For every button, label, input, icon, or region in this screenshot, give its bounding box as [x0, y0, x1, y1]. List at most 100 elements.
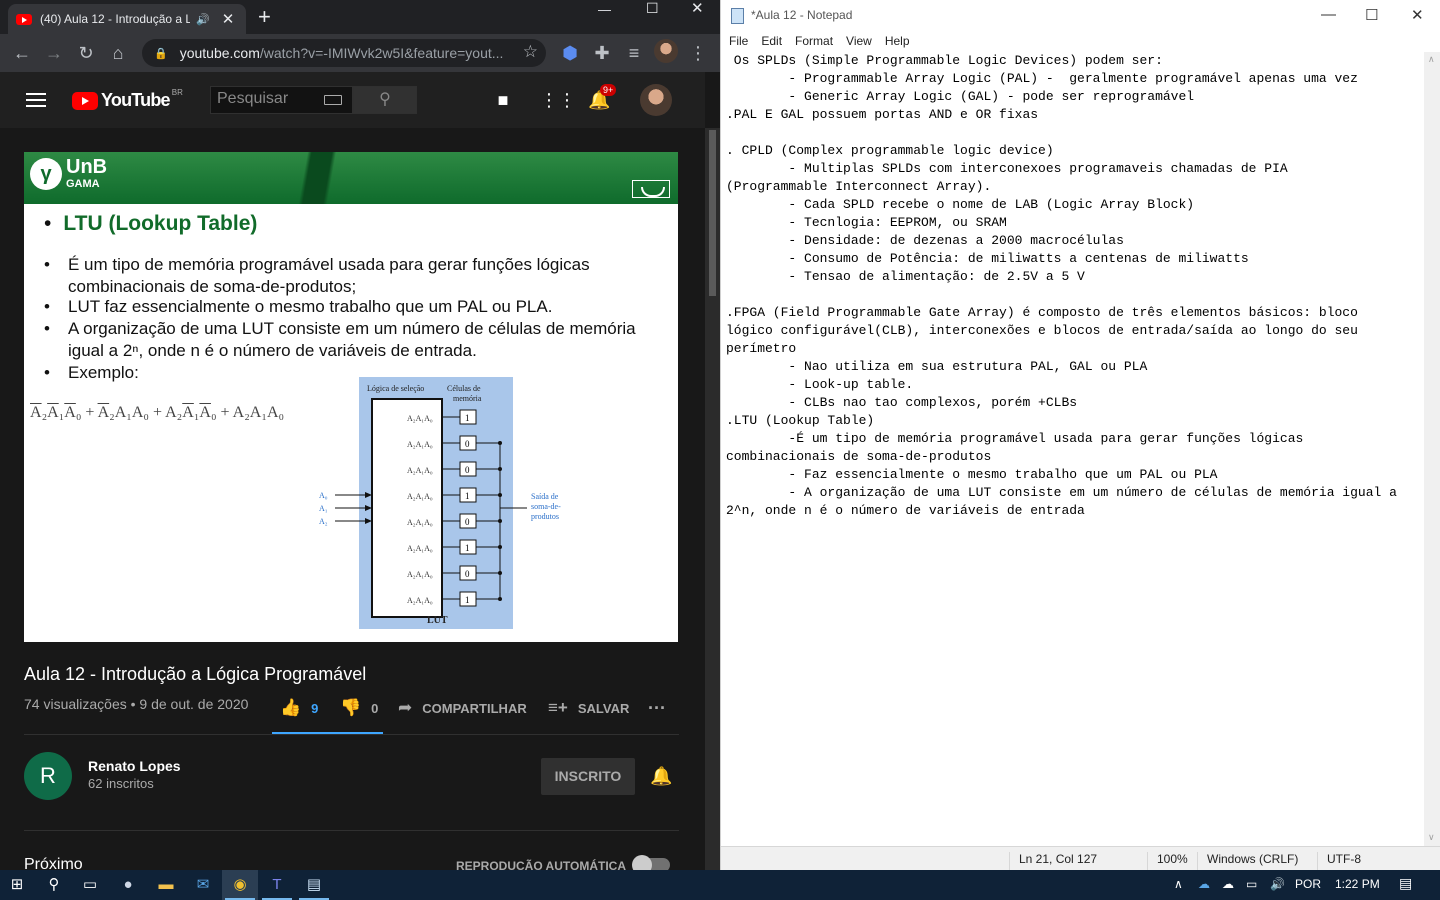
clock[interactable]: 1:22 PM [1335, 877, 1380, 891]
volume-icon[interactable]: 🔊 [1270, 877, 1285, 891]
channel-bell-icon[interactable]: 🔔 [650, 766, 672, 787]
minimize-icon[interactable]: — [598, 2, 611, 17]
more-actions-icon[interactable]: ··· [648, 698, 666, 719]
youtube-wordmark: YouTube [101, 90, 171, 110]
keyboard-icon[interactable] [324, 95, 342, 105]
notepad-text-area[interactable]: Os SPLDs (Simple Programmable Logic Devi… [721, 52, 1424, 846]
extension-shield-icon[interactable]: ⬢ [558, 41, 582, 65]
chrome-menu-icon[interactable]: ⋮ [686, 41, 710, 65]
hamburger-menu-icon[interactable] [26, 93, 46, 107]
lut-label: LUT [427, 615, 448, 626]
menu-edit[interactable]: Edit [761, 32, 782, 52]
memory-cell-value: 1 [465, 491, 470, 501]
menu-view[interactable]: View [846, 32, 872, 52]
memory-cell-value: 1 [465, 595, 470, 605]
slide-bullet-text: É um tipo de memória programável usada p… [68, 255, 590, 296]
mail-icon[interactable]: ✉ [192, 874, 214, 896]
profile-avatar[interactable] [654, 39, 678, 63]
lock-icon[interactable]: 🔒 [154, 47, 168, 60]
video-meta: 74 visualizações • 9 de out. de 2020 [24, 696, 249, 712]
text-line: combinacionais de soma-de-produtos [726, 449, 992, 464]
like-count: 9 [311, 700, 319, 716]
page-scroll-thumb[interactable] [709, 130, 716, 296]
divider [24, 734, 679, 735]
forward-icon[interactable]: → [42, 41, 66, 65]
share-label: COMPARTILHAR [422, 700, 527, 716]
chrome-taskbar-icon[interactable]: ◉ [229, 874, 251, 896]
text-line: . CPLD (Complex programmable logic devic… [726, 143, 1054, 158]
home-icon[interactable]: ⌂ [106, 41, 130, 65]
tray-chevron-icon[interactable]: ∧ [1174, 877, 1183, 891]
search-input[interactable]: Pesquisar [210, 86, 353, 114]
network-icon[interactable]: ▭ [1246, 877, 1257, 891]
text-line: Os SPLDs (Simple Programmable Logic Devi… [726, 53, 1163, 68]
url-path: /watch?v=-IMIWvk2w5I&feature=yout... [259, 45, 504, 61]
lut-minterm: A₂A₁A₀ [407, 518, 433, 527]
close-tab-icon[interactable]: ✕ [222, 10, 235, 28]
back-icon[interactable]: ← [10, 41, 34, 65]
lut-input-label: A₂ [319, 517, 328, 526]
slide-bullet: • LUT faz essencialmente o mesmo trabalho… [44, 296, 664, 318]
app-icon[interactable]: ● [117, 874, 139, 896]
close-window-icon[interactable]: ✕ [1411, 6, 1424, 24]
menu-file[interactable]: File [729, 32, 748, 52]
create-video-icon[interactable]: ■ [492, 90, 514, 111]
notepad-window: *Aula 12 - Notepad — ☐ ✕ File Edit Forma… [720, 0, 1440, 872]
lut-minterm: A₂A₁A₀ [407, 492, 433, 501]
new-tab-icon[interactable]: + [258, 6, 271, 28]
reload-icon[interactable]: ↻ [74, 41, 98, 65]
like-button[interactable]: 👍 9 [280, 698, 318, 718]
share-button[interactable]: ➦ COMPARTILHAR [398, 698, 527, 718]
lut-diagram: Lógica de seleção Células de memória A₂A… [319, 377, 561, 629]
dislike-button[interactable]: 👎 0 [340, 698, 378, 718]
search-button[interactable]: ⚲ [353, 86, 417, 114]
action-center-icon[interactable]: ▤ [1399, 875, 1412, 892]
notepad-scrollbar[interactable]: ∧ ∨ [1424, 52, 1440, 846]
lut-input-label: A₁ [319, 504, 328, 513]
maximize-icon[interactable]: ☐ [1365, 6, 1378, 24]
channel-avatar[interactable]: R [24, 752, 72, 800]
page-scrollbar[interactable] [705, 128, 720, 870]
video-player[interactable]: γ UnB GAMA • LTU (Lookup Table) • É um tip… [24, 152, 678, 642]
language-indicator[interactable]: POR [1295, 877, 1321, 891]
channel-name[interactable]: Renato Lopes [88, 758, 181, 774]
subscribed-button[interactable]: INSCRITO [541, 758, 635, 795]
onedrive-icon[interactable]: ☁ [1198, 877, 1210, 891]
cloud-warning-icon[interactable]: ☁ [1222, 877, 1234, 891]
windows-start-icon[interactable]: ⊞ [6, 874, 28, 896]
lut-minterm: A₂A₁A₀ [407, 466, 433, 475]
autoplay-toggle[interactable] [632, 855, 670, 870]
youtube-masthead: YouTube BR Pesquisar ⚲ ■ ⋮⋮ 🔔 [0, 72, 705, 128]
slide-header-band: γ UnB GAMA [24, 152, 678, 204]
teams-icon[interactable]: T [266, 874, 288, 896]
task-view-icon[interactable]: ▭ [79, 874, 101, 896]
maximize-icon[interactable]: ☐ [646, 0, 659, 16]
boolean-expression: A₂A₁A₀ + A₂A₁A₀ + A₂A₁A₀ + A₂A₁A₀ [30, 404, 285, 421]
speaker-icon[interactable]: 🔊 [196, 13, 210, 26]
search-icon[interactable]: ⚲ [43, 874, 65, 896]
text-line: - Faz essencialmente o mesmo trabalho qu… [726, 467, 1218, 482]
minimize-icon[interactable]: — [1321, 6, 1336, 23]
browser-tab[interactable]: (40) Aula 12 - Introdução a L 🔊 ✕ [8, 4, 246, 34]
youtube-logo[interactable]: YouTube BR [72, 88, 183, 111]
lut-header-left: Lógica de seleção [367, 384, 424, 393]
text-line: - Tecnlogia: EEPROM, ou SRAM [726, 215, 1007, 230]
address-bar[interactable]: 🔒 youtube.com /watch?v=-IMIWvk2w5I&featu… [142, 39, 546, 67]
tab-title: (40) Aula 12 - Introdução a L [40, 12, 190, 26]
svg-text:soma-de-: soma-de- [531, 502, 561, 511]
menu-format[interactable]: Format [795, 32, 833, 52]
scroll-up-icon[interactable]: ∧ [1428, 54, 1435, 65]
close-window-icon[interactable]: ✕ [691, 0, 704, 17]
scroll-down-icon[interactable]: ∨ [1428, 832, 1435, 843]
menu-help[interactable]: Help [885, 32, 910, 52]
file-explorer-icon[interactable]: ▬ [155, 874, 177, 896]
extensions-puzzle-icon[interactable]: ✚ [590, 41, 614, 65]
save-button[interactable]: ≡+ SALVAR [548, 698, 629, 718]
media-control-icon[interactable]: ≡ [622, 41, 646, 65]
bookmark-star-icon[interactable]: ☆ [523, 42, 538, 62]
account-avatar[interactable] [640, 84, 672, 116]
text-line: - CLBs nao tao complexos, porém +CLBs [726, 395, 1078, 410]
svg-text:produtos: produtos [531, 512, 559, 521]
apps-grid-icon[interactable]: ⋮⋮ [540, 90, 576, 111]
notepad-taskbar-icon[interactable]: ▤ [303, 874, 325, 896]
